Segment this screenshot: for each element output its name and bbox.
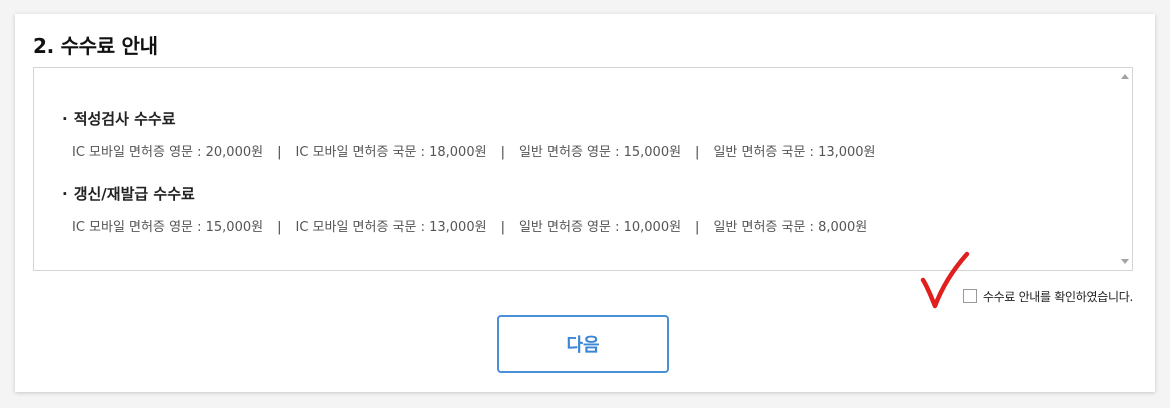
separator: | bbox=[695, 145, 700, 160]
fee-item: IC 모바일 면허증 국문 : 18,000원 bbox=[295, 145, 487, 160]
fee-item: 일반 면허증 영문 : 10,000원 bbox=[518, 220, 682, 235]
bullet: · bbox=[62, 110, 68, 128]
red-checkmark-icon bbox=[920, 251, 970, 309]
separator: | bbox=[277, 220, 282, 235]
fee-item: IC 모바일 면허증 영문 : 15,000원 bbox=[72, 220, 264, 235]
scroll-down-arrow-icon[interactable] bbox=[1121, 259, 1129, 264]
fee-line: IC 모바일 면허증 영문 : 20,000원 | IC 모바일 면허증 국문 : … bbox=[72, 144, 876, 162]
group-heading: · 갱신/재발급 수수료 bbox=[62, 185, 195, 203]
fee-item: 일반 면허증 국문 : 13,000원 bbox=[713, 145, 876, 160]
fee-group-aptitude: · 적성검사 수수료 IC 모바일 면허증 영문 : 20,000원 | IC 모바일… bbox=[62, 108, 876, 162]
confirm-row[interactable]: 수수료 안내를 확인하였습니다. bbox=[962, 286, 1133, 306]
fee-item: IC 모바일 면허증 영문 : 20,000원 bbox=[72, 145, 264, 160]
fee-item: 일반 면허증 국문 : 8,000원 bbox=[713, 220, 868, 235]
separator: | bbox=[500, 220, 505, 235]
fee-info-card: 2. 수수료 안내 · 적성검사 수수료 IC 모바일 면허증 영문 : 20,0… bbox=[15, 14, 1155, 392]
separator: | bbox=[695, 220, 700, 235]
fee-info-box[interactable]: · 적성검사 수수료 IC 모바일 면허증 영문 : 20,000원 | IC 모바일… bbox=[33, 67, 1133, 271]
group-heading: · 적성검사 수수료 bbox=[62, 110, 176, 128]
section-title: 2. 수수료 안내 bbox=[33, 34, 158, 58]
next-button[interactable]: 다음 bbox=[497, 315, 669, 373]
scrollbar[interactable] bbox=[1118, 68, 1132, 270]
fee-line: IC 모바일 면허증 영문 : 15,000원 | IC 모바일 면허증 국문 : … bbox=[72, 219, 867, 237]
fee-item: 일반 면허증 영문 : 15,000원 bbox=[518, 145, 682, 160]
fee-group-renewal: · 갱신/재발급 수수료 IC 모바일 면허증 영문 : 15,000원 | IC 모… bbox=[62, 183, 867, 237]
confirm-label[interactable]: 수수료 안내를 확인하였습니다. bbox=[983, 288, 1133, 305]
bullet: · bbox=[62, 185, 68, 203]
fee-item: IC 모바일 면허증 국문 : 13,000원 bbox=[295, 220, 487, 235]
separator: | bbox=[277, 145, 282, 160]
scroll-up-arrow-icon[interactable] bbox=[1121, 74, 1129, 79]
separator: | bbox=[500, 145, 505, 160]
